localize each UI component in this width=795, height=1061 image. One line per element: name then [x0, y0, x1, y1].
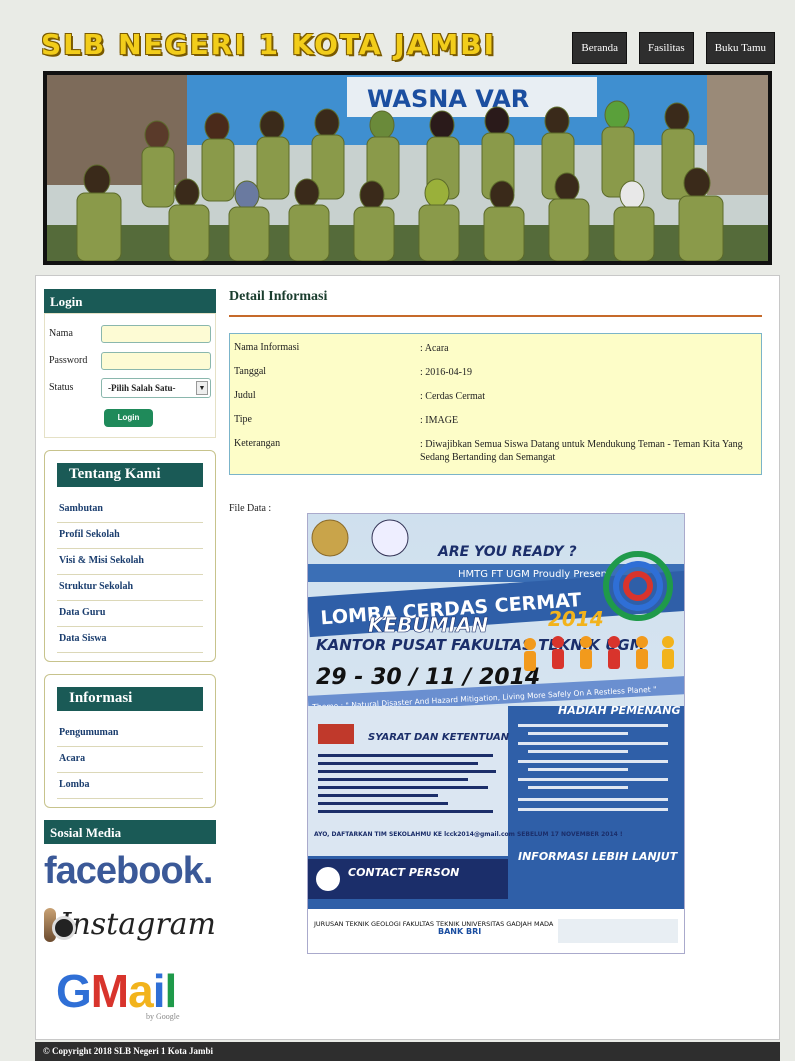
hmtg-seal: [371, 519, 409, 557]
detail-key: Keterangan: [234, 438, 281, 449]
poster-contact: CONTACT PERSON: [348, 866, 459, 879]
status-row: Status -Pilih Salah Satu- ▼: [49, 374, 211, 401]
login-title: Login: [44, 289, 216, 313]
poster-kantor: KANTOR PUSAT FAKULTAS TEKNIK UGM: [316, 636, 645, 654]
status-select-value: -Pilih Salah Satu-: [108, 382, 176, 393]
detail-value: : Diwajibkan Semua Siswa Datang untuk Me…: [420, 439, 743, 463]
poster-ready: ARE YOU READY ?: [437, 544, 577, 560]
detail-key: Tipe: [234, 414, 252, 425]
instagram-label: Instagram: [59, 907, 216, 942]
poster-info: INFORMASI LEBIH LANJUT: [518, 850, 679, 863]
menu-lomba[interactable]: Lomba: [57, 773, 203, 799]
site-header: SLB NEGERI 1 KOTA JAMBI Beranda Fasilita…: [35, 0, 780, 70]
header-banner-photo: WASNA VAR: [43, 71, 772, 265]
instagram-logo-link[interactable]: Instagram: [44, 907, 216, 942]
detail-row: Nama Informasi : Acara: [230, 338, 761, 362]
menu-sambutan[interactable]: Sambutan: [57, 497, 203, 523]
informasi-panel: Informasi Pengumuman Acara Lomba: [44, 674, 216, 808]
detail-value: : Acara: [420, 343, 449, 354]
social-media-title: Sosial Media: [44, 820, 216, 844]
password-input[interactable]: [101, 351, 211, 370]
status-select[interactable]: -Pilih Salah Satu- ▼: [101, 377, 211, 398]
site-footer: © Copyright 2018 SLB Negeri 1 Kota Jambi: [35, 1042, 780, 1061]
main-content: Detail Informasi Nama Informasi : Acara …: [229, 289, 762, 954]
detail-row: Tipe : IMAGE: [230, 410, 761, 434]
menu-profil-sekolah[interactable]: Profil Sekolah: [57, 523, 203, 549]
tentang-kami-list: Sambutan Profil Sekolah Visi & Misi Seko…: [57, 497, 203, 653]
menu-visi-misi[interactable]: Visi & Misi Sekolah: [57, 549, 203, 575]
nav-buku-tamu[interactable]: Buku Tamu: [705, 32, 775, 64]
site-title: SLB NEGERI 1 KOTA JAMBI: [41, 28, 497, 61]
poster-year: 2014: [548, 607, 604, 631]
menu-pengumuman[interactable]: Pengumuman: [57, 721, 203, 747]
tentang-kami-title: Tentang Kami: [57, 463, 203, 487]
login-form: Nama Password Status -Pilih Salah Satu- …: [44, 313, 216, 438]
detail-key: Nama Informasi: [234, 342, 300, 353]
poster-hadiah: HADIAH PEMENANG: [558, 704, 680, 717]
nama-label: Nama: [49, 328, 73, 339]
detail-row: Tanggal : 2016-04-19: [230, 362, 761, 386]
content-container: Login Nama Password Status -Pilih Salah …: [35, 275, 780, 1040]
social-media-section: Sosial Media facebook. Instagram GMail b…: [44, 820, 216, 1021]
detail-key: Tanggal: [234, 366, 267, 377]
detail-info-table: Nama Informasi : Acara Tanggal : 2016-04…: [229, 333, 762, 475]
page-wrapper: SLB NEGERI 1 KOTA JAMBI Beranda Fasilita…: [35, 0, 780, 1040]
login-button[interactable]: Login: [104, 409, 153, 427]
top-nav: Beranda Fasilitas Buku Tamu: [572, 32, 775, 64]
poster-graphic: ARE YOU READY ? HMTG FT UGM Proudly Pres…: [308, 514, 684, 953]
menu-data-guru[interactable]: Data Guru: [57, 601, 203, 627]
chevron-down-icon: ▼: [196, 380, 208, 395]
poster-kebumian: KEBUMIAN: [368, 613, 488, 637]
poster-bank: BANK BRI: [438, 927, 481, 936]
facebook-logo-link[interactable]: facebook.: [44, 850, 216, 893]
informasi-title: Informasi: [57, 687, 203, 711]
nama-row: Nama: [49, 320, 211, 347]
instagram-camera-icon: [44, 907, 75, 942]
menu-acara[interactable]: Acara: [57, 747, 203, 773]
detail-row: Keterangan : Diwajibkan Semua Siswa Data…: [230, 434, 761, 468]
menu-data-siswa[interactable]: Data Siswa: [57, 627, 203, 653]
gmail-wordmark: GMail: [56, 965, 177, 1017]
poster-daftar: AYO, DAFTARKAN TIM SEKOLAHMU KE lcck2014…: [314, 831, 623, 838]
poster-syarat: SYARAT DAN KETENTUAN: [368, 732, 510, 743]
menu-struktur-sekolah[interactable]: Struktur Sekolah: [57, 575, 203, 601]
banner-sign: WASNA VAR: [367, 85, 529, 113]
detail-title: Detail Informasi: [229, 289, 762, 317]
group-photo: WASNA VAR: [47, 75, 768, 261]
poster-jurusan: JURUSAN TEKNIK GEOLOGI FAKULTAS TEKNIK U…: [313, 920, 554, 928]
event-poster-image: ARE YOU READY ? HMTG FT UGM Proudly Pres…: [307, 513, 685, 954]
detail-value: : IMAGE: [420, 415, 459, 426]
ugm-seal: [311, 519, 349, 557]
informasi-list: Pengumuman Acara Lomba: [57, 721, 203, 799]
gmail-by-google: by Google: [146, 1012, 180, 1021]
tentang-kami-panel: Tentang Kami Sambutan Profil Sekolah Vis…: [44, 450, 216, 662]
status-label: Status: [49, 382, 74, 393]
password-label: Password: [49, 355, 88, 366]
detail-key: Judul: [234, 390, 256, 401]
nav-fasilitas[interactable]: Fasilitas: [639, 32, 694, 64]
detail-row: Judul : Cerdas Cermat: [230, 386, 761, 410]
nav-beranda[interactable]: Beranda: [572, 32, 628, 64]
phone-icon: [316, 867, 340, 891]
password-row: Password: [49, 347, 211, 374]
nama-input[interactable]: [101, 324, 211, 343]
detail-value: : 2016-04-19: [420, 367, 472, 378]
gmail-logo-link[interactable]: GMail by Google: [56, 964, 216, 1021]
book-icon: [318, 724, 354, 744]
detail-value: : Cerdas Cermat: [420, 391, 485, 402]
sidebar: Login Nama Password Status -Pilih Salah …: [44, 289, 216, 1021]
